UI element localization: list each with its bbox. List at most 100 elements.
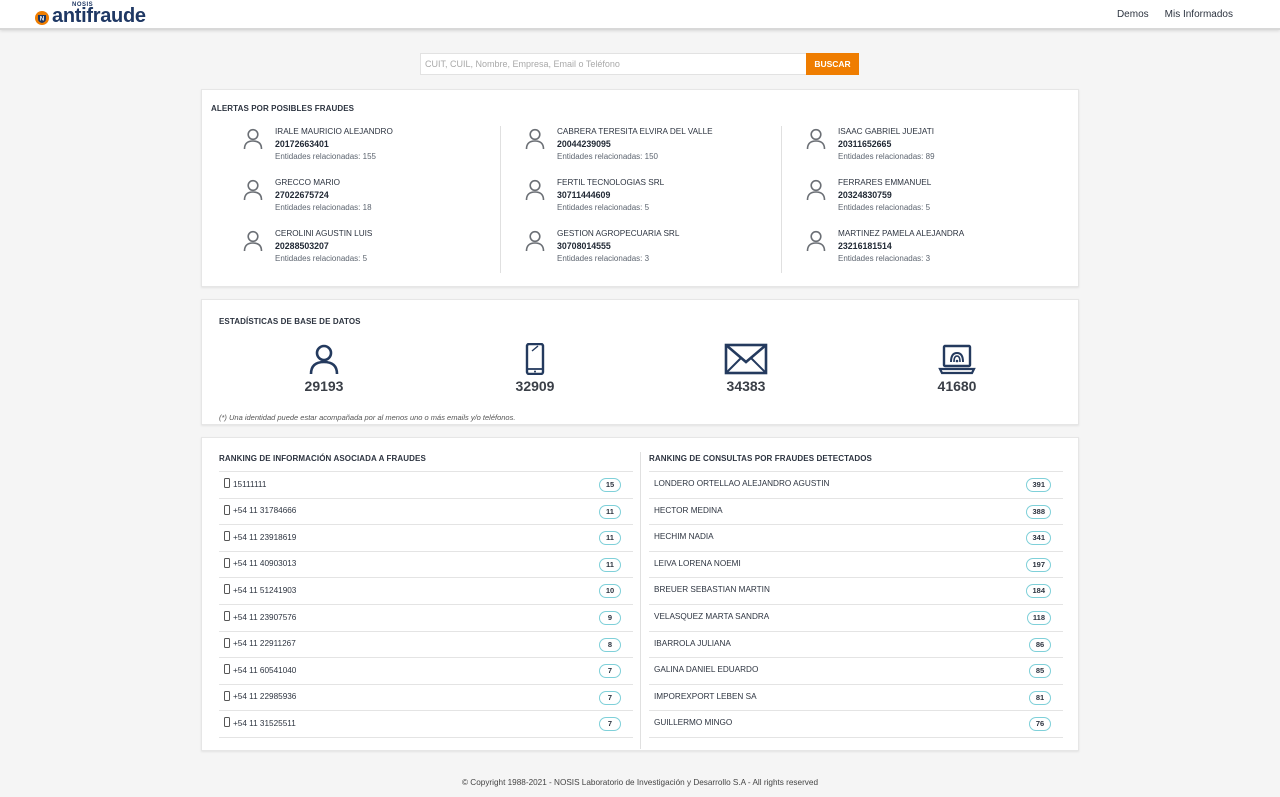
ranking-row-label: LEIVA LORENA NOEMI [654, 558, 741, 568]
alert-cuit: 20172663401 [275, 139, 329, 149]
phone-icon [525, 343, 545, 375]
ranking-info-title: RANKING DE INFORMACIÓN ASOCIADA A FRAUDE… [219, 454, 426, 463]
ranking-row[interactable]: +54 11 40903013 11 [219, 550, 633, 578]
alert-name[interactable]: ISAAC GABRIEL JUEJATI [838, 127, 934, 136]
alerts-title: ALERTAS POR POSIBLES FRAUDES [211, 104, 355, 113]
ranking-row-label-wrap: VELASQUEZ MARTA SANDRA [654, 612, 769, 621]
ranking-count-badge: 86 [1029, 637, 1051, 652]
stat-phones-value: 32909 [515, 378, 555, 394]
nosis-antifraude-logo[interactable]: N NOSIS antifraude [33, 2, 146, 26]
footer-copyright: © Copyright 1988-2021 - NOSIS Laboratori… [462, 778, 818, 787]
alert-item[interactable]: ISAAC GABRIEL JUEJATI 20311652665 Entidade… [806, 127, 1066, 167]
ranking-row-label-wrap: GUILLERMO MINGO [654, 718, 732, 727]
alert-item[interactable]: FERRARES EMMANUEL 20324830759 Entidades re… [806, 178, 1066, 218]
ranking-row-label-wrap: HECTOR MEDINA [654, 506, 723, 515]
stats-title: ESTADÍSTICAS DE BASE DE DATOS [219, 317, 361, 326]
alert-name[interactable]: GESTION AGROPECUARIA SRL [557, 229, 679, 238]
ranking-row-label: +54 11 31784666 [233, 506, 297, 516]
person-icon [525, 230, 545, 252]
ranking-row[interactable]: GUILLERMO MINGO 76 [649, 710, 1063, 737]
alert-item[interactable]: FERTIL TECNOLOGIAS SRL 30711444609 Entidad… [525, 178, 785, 218]
alert-cuit: 20311652665 [838, 139, 892, 149]
mobile-phone-icon [224, 690, 230, 701]
alert-entities: Entidades relacionadas: 5 [557, 203, 650, 212]
alert-cuit: 30708014555 [557, 241, 611, 251]
alert-item[interactable]: IRALE MAURICIO ALEJANDRO 20172663401 Entid… [243, 127, 503, 167]
alert-item[interactable]: CABRERA TERESITA ELVIRA DEL VALLE 2004423… [525, 127, 785, 167]
search-button[interactable]: BUSCAR [806, 53, 859, 75]
ranking-row-label: BREUER SEBASTIAN MARTIN [654, 585, 770, 595]
ranking-row[interactable]: IMPOREXPORT LEBEN SA 81 [649, 683, 1063, 711]
ranking-list-end-border [219, 737, 633, 738]
alert-item[interactable]: GRECCO MARIO 27022675724 Entidades relacio… [243, 178, 503, 218]
ranking-row[interactable]: +54 11 31525511 7 [219, 710, 633, 737]
ranking-row-label: HECTOR MEDINA [654, 505, 723, 515]
ranking-row[interactable]: +54 11 60541040 7 [219, 657, 633, 684]
ranking-row-label-wrap: BREUER SEBASTIAN MARTIN [654, 585, 770, 594]
ranking-row[interactable]: 15111111 15 [219, 471, 633, 498]
logo-shield-icon: N [35, 11, 49, 25]
alert-cuit: 20044239095 [557, 139, 611, 149]
alert-name[interactable]: FERRARES EMMANUEL [838, 178, 931, 187]
ranking-row[interactable]: +54 11 31784666 11 [219, 497, 633, 525]
logo-nosis-text: NOSIS [72, 2, 94, 8]
ranking-row-label-wrap: LONDERO ORTELLAO ALEJANDRO AGUSTIN [654, 479, 829, 488]
ranking-row[interactable]: +54 11 23918619 11 [219, 524, 633, 551]
ranking-row[interactable]: HECHIM NADIA 341 [649, 524, 1063, 551]
nav-demos-link[interactable]: Demos [1117, 9, 1149, 20]
alert-entities: Entidades relacionadas: 18 [275, 203, 372, 212]
alert-cuit: 20288503207 [275, 241, 329, 251]
nav-mis-informados-link[interactable]: Mis Informados [1165, 9, 1233, 20]
alerts-card: ALERTAS POR POSIBLES FRAUDES IRALE MAURI… [201, 89, 1079, 287]
ranking-count-badge: 197 [1026, 557, 1051, 572]
stats-card: ESTADÍSTICAS DE BASE DE DATOS 29193 3290… [201, 299, 1079, 425]
alert-item[interactable]: CEROLINI AGUSTIN LUIS 20288503207 Entidade… [243, 229, 503, 269]
alert-name[interactable]: MARTINEZ PAMELA ALEJANDRA [838, 229, 964, 238]
person-icon [525, 128, 545, 150]
ranking-list-end-border [649, 737, 1063, 738]
alert-name[interactable]: FERTIL TECNOLOGIAS SRL [557, 178, 664, 187]
ranking-row[interactable]: GALINA DANIEL EDUARDO 85 [649, 657, 1063, 684]
ranking-row[interactable]: +54 11 22985936 7 [219, 683, 633, 711]
ranking-row-label-wrap: +54 11 60541040 [224, 664, 297, 675]
alert-name[interactable]: CABRERA TERESITA ELVIRA DEL VALLE [557, 127, 713, 136]
ranking-row-label: +54 11 60541040 [233, 665, 297, 675]
ranking-row[interactable]: +54 11 22911267 8 [219, 630, 633, 658]
ranking-row-label: +54 11 22911267 [233, 639, 296, 649]
alert-name[interactable]: IRALE MAURICIO ALEJANDRO [275, 127, 393, 136]
person-icon [806, 230, 826, 252]
ranking-row[interactable]: VELASQUEZ MARTA SANDRA 118 [649, 604, 1063, 631]
alert-name[interactable]: CEROLINI AGUSTIN LUIS [275, 229, 372, 238]
search-input[interactable] [420, 53, 806, 75]
ranking-row[interactable]: LEIVA LORENA NOEMI 197 [649, 550, 1063, 578]
ranking-row[interactable]: +54 11 51241903 10 [219, 577, 633, 604]
ranking-row[interactable]: HECTOR MEDINA 388 [649, 497, 1063, 525]
ranking-row[interactable]: +54 11 23907576 9 [219, 604, 633, 631]
ranking-row-label-wrap: IMPOREXPORT LEBEN SA [654, 692, 757, 701]
ranking-count-badge: 81 [1029, 690, 1051, 705]
alert-entities: Entidades relacionadas: 89 [838, 152, 935, 161]
alert-item[interactable]: GESTION AGROPECUARIA SRL 30708014555 Entid… [525, 229, 785, 269]
alert-cuit: 30711444609 [557, 190, 611, 200]
ranking-row-label-wrap: +54 11 23907576 [224, 611, 296, 622]
mobile-phone-icon [224, 637, 230, 648]
ranking-count-badge: 85 [1029, 664, 1051, 679]
ranking-row[interactable]: LONDERO ORTELLAO ALEJANDRO AGUSTIN 391 [649, 471, 1063, 498]
ranking-count-badge: 7 [599, 690, 621, 705]
person-icon [525, 179, 545, 201]
alert-item[interactable]: MARTINEZ PAMELA ALEJANDRA 23216181514 Enti… [806, 229, 1066, 269]
top-navbar: N NOSIS antifraude Demos Mis Informados [0, 0, 1280, 30]
ranking-count-badge: 391 [1026, 478, 1051, 492]
person-icon [806, 179, 826, 201]
alert-entities: Entidades relacionadas: 3 [838, 254, 931, 263]
person-icon [309, 344, 339, 375]
ranking-row[interactable]: IBARROLA JULIANA 86 [649, 630, 1063, 658]
ranking-count-badge: 76 [1029, 717, 1051, 732]
mobile-phone-icon [224, 611, 230, 621]
person-icon [243, 128, 263, 150]
alert-cuit: 27022675724 [275, 190, 329, 200]
alert-name[interactable]: GRECCO MARIO [275, 178, 340, 187]
ranking-row[interactable]: BREUER SEBASTIAN MARTIN 184 [649, 577, 1063, 604]
ranking-count-badge: 11 [599, 531, 621, 546]
ranking-count-badge: 11 [599, 557, 621, 572]
